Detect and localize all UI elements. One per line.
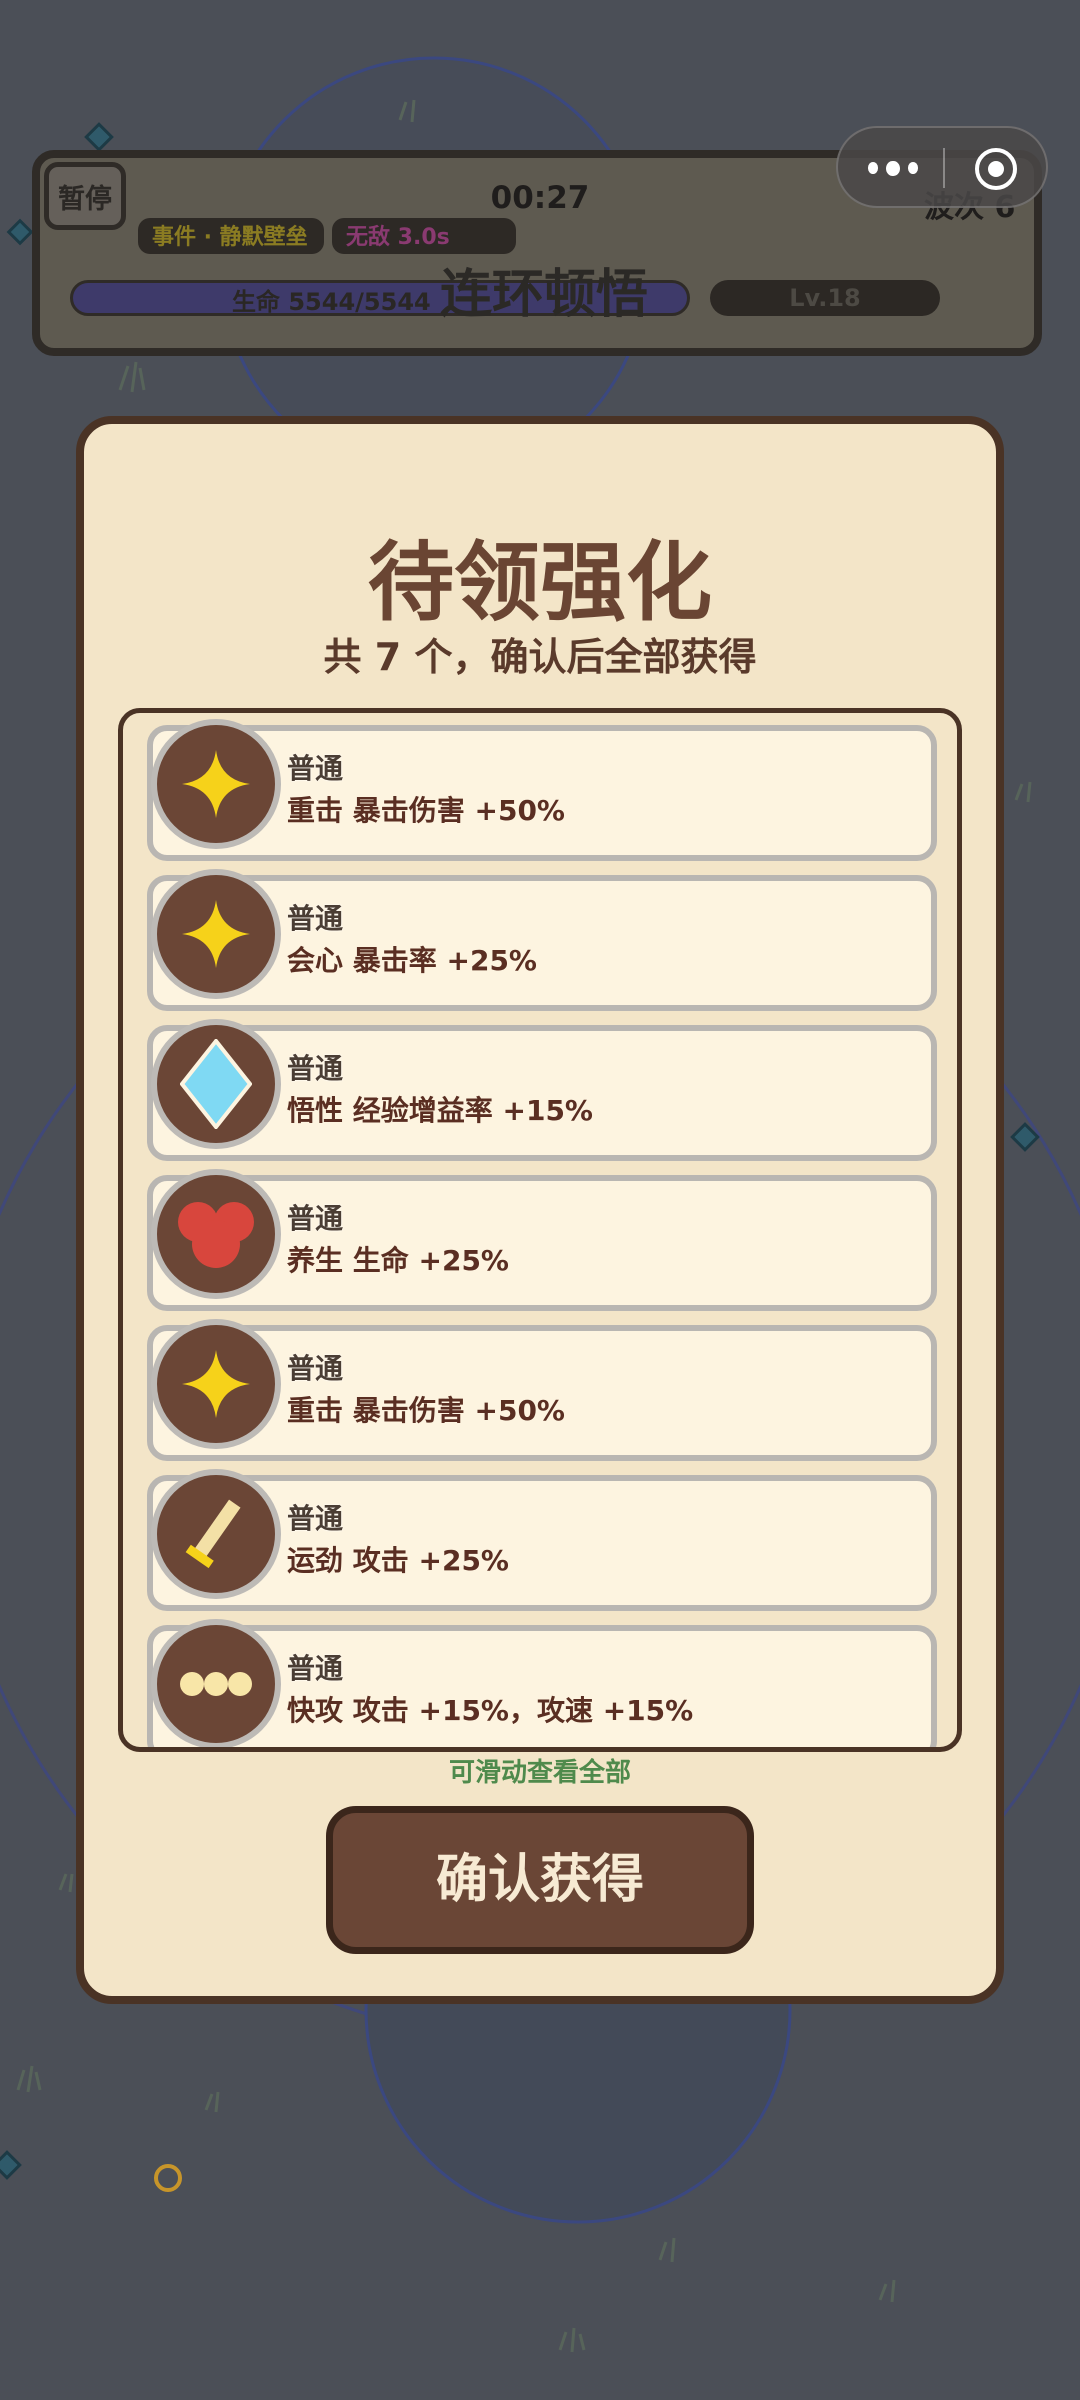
timer: 00:27 — [490, 180, 590, 216]
capsule-menu — [836, 126, 1048, 208]
upgrade-desc: 运劲 攻击 +25% — [287, 1544, 509, 1577]
star-icon — [151, 869, 281, 999]
rarity-label: 普通 — [287, 752, 344, 785]
star-icon — [151, 1319, 281, 1449]
combo-title: 连环顿悟 — [440, 265, 649, 325]
upgrade-card[interactable]: 普通 悟性 经验增益率 +15% — [147, 1019, 937, 1161]
confirm-button[interactable]: 确认获得 — [326, 1806, 754, 1954]
diamond-icon — [151, 1019, 281, 1149]
upgrade-card[interactable]: 普通 重击 暴击伤害 +50% — [147, 719, 937, 861]
event-tag: 事件 · 静默壁垒 — [138, 218, 324, 254]
upgrade-card[interactable]: 普通 养生 生命 +25% — [147, 1169, 937, 1311]
modal-subtitle: 共 7 个，确认后全部获得 — [323, 635, 757, 679]
upgrade-card[interactable]: 普通 快攻 攻击 +15%，攻速 +15% — [147, 1619, 937, 1747]
pause-button[interactable]: 暂停 — [44, 162, 126, 230]
upgrade-desc: 养生 生命 +25% — [287, 1244, 509, 1277]
capsule-divider — [943, 148, 945, 188]
rarity-label: 普通 — [287, 1352, 344, 1385]
hp-text: 生命 5544/5544 — [232, 288, 431, 316]
rarity-label: 普通 — [287, 902, 344, 935]
upgrade-desc: 重击 暴击伤害 +50% — [287, 794, 565, 827]
upgrade-card[interactable]: 普通 重击 暴击伤害 +50% — [147, 1319, 937, 1461]
upgrade-card[interactable]: 普通 会心 暴击率 +25% — [147, 869, 937, 1011]
heart-icon — [151, 1169, 281, 1299]
rarity-label: 普通 — [287, 1202, 344, 1235]
invincible-tag: 无敌 3.0s — [332, 218, 516, 254]
upgrade-list[interactable]: 普通 重击 暴击伤害 +50% 普通 会心 暴击率 +25% 普通 悟性 经验增… — [118, 708, 962, 1752]
more-icon[interactable] — [868, 154, 919, 182]
upgrade-desc: 快攻 攻击 +15%，攻速 +15% — [287, 1694, 694, 1727]
close-target-icon[interactable] — [973, 146, 1019, 192]
rarity-label: 普通 — [287, 1502, 344, 1535]
upgrade-desc: 悟性 经验增益率 +15% — [287, 1094, 593, 1127]
scroll-hint: 可滑动查看全部 — [448, 1758, 631, 1788]
star-icon — [151, 719, 281, 849]
upgrade-desc: 重击 暴击伤害 +50% — [287, 1394, 565, 1427]
modal-title: 待领强化 — [368, 533, 712, 633]
level-bar: Lv.18 — [710, 280, 940, 316]
rarity-label: 普通 — [287, 1052, 344, 1085]
sword-icon — [151, 1469, 281, 1599]
triple-dot-icon — [151, 1619, 281, 1747]
rarity-label: 普通 — [287, 1652, 344, 1685]
upgrade-card[interactable]: 普通 运劲 攻击 +25% — [147, 1469, 937, 1611]
upgrade-desc: 会心 暴击率 +25% — [287, 944, 537, 977]
